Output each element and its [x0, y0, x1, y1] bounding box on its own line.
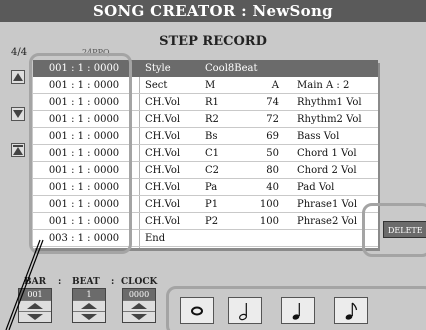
callout-pointer	[5, 239, 44, 330]
